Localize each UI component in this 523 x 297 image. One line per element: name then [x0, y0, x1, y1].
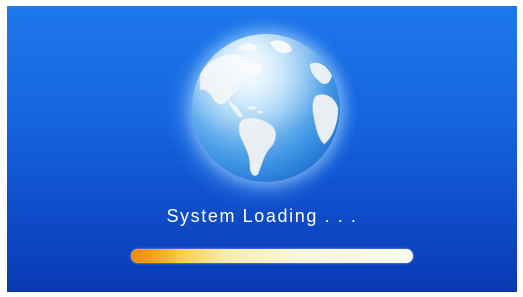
loading-screen: System Loading . . .	[7, 6, 517, 292]
progress-bar	[131, 249, 413, 263]
progress-bar-fill	[131, 249, 413, 263]
loading-message: System Loading . . .	[166, 206, 358, 226]
globe-icon	[192, 34, 340, 182]
